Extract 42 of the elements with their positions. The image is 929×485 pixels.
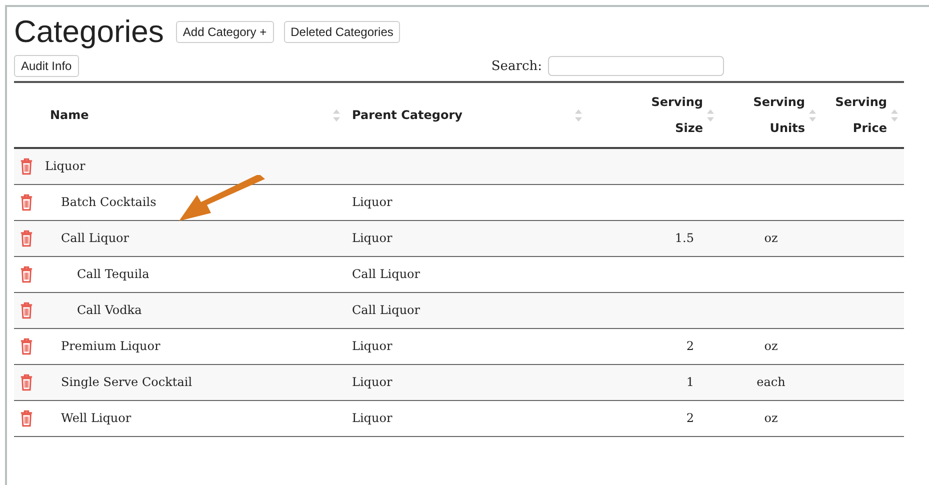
trash-icon[interactable] <box>20 230 33 246</box>
column-header: Serving Size <box>650 94 703 137</box>
table-cell: Call Liquor <box>352 267 420 281</box>
trash-icon[interactable] <box>20 158 33 175</box>
table-cell: Liquor <box>352 339 392 353</box>
trash-icon[interactable] <box>20 194 33 210</box>
trash-icon[interactable] <box>20 266 33 282</box>
column-header: Name <box>50 108 89 122</box>
table-cell: 1 <box>686 375 694 389</box>
header-button[interactable]: Deleted Categories <box>284 21 400 43</box>
audit-info-button[interactable]: Audit Info <box>14 55 79 77</box>
table-cell: Liquor <box>45 159 86 174</box>
table-cell: 2 <box>686 339 694 353</box>
table-cell-text: Single Serve Cocktail <box>60 375 192 389</box>
page-title: Categories <box>14 15 164 49</box>
table-cell-text: Call Vodka <box>76 303 142 317</box>
trash-icon[interactable] <box>20 410 33 426</box>
trash-icon[interactable] <box>20 338 33 354</box>
header-button[interactable]: Add Category + <box>176 21 274 43</box>
table-cell: oz <box>764 339 778 353</box>
search-field[interactable] <box>548 56 724 76</box>
table-cell: 2 <box>686 411 694 425</box>
table-cell: oz <box>764 231 778 245</box>
table-cell: Liquor <box>352 231 392 245</box>
table-cell: Liquor <box>352 375 392 389</box>
table-cell-text: Call Liquor <box>60 231 130 245</box>
column-header: Serving Units <box>752 94 805 137</box>
table-cell-text: Call Tequila <box>76 267 150 281</box>
trash-icon[interactable] <box>20 302 33 318</box>
table-cell: Call Liquor <box>352 303 420 317</box>
column-header: Serving Price <box>834 94 887 137</box>
trash-icon[interactable] <box>20 374 33 390</box>
table-cell: each <box>756 375 786 389</box>
table-cell-text: Batch Cocktails <box>60 195 156 209</box>
column-header: Parent Category <box>352 108 462 122</box>
table-cell: oz <box>764 411 778 425</box>
table-cell-text: Premium Liquor <box>60 339 160 353</box>
search-label: Search: <box>491 58 542 74</box>
table-cell: Liquor <box>352 411 392 425</box>
table-cell-text: Well Liquor <box>60 411 132 425</box>
table-cell: Liquor <box>352 195 392 209</box>
table-cell: 1.5 <box>674 231 694 245</box>
